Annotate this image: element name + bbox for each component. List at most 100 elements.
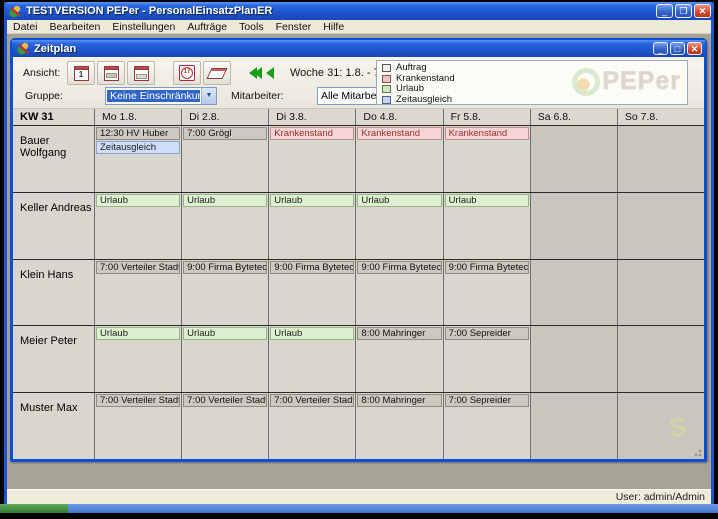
- day-cell[interactable]: [530, 259, 618, 326]
- schedule-entry-urlaub[interactable]: Urlaub: [357, 193, 442, 207]
- day-cell[interactable]: 12:30 HV Huber Zeitausgleich: [95, 126, 183, 192]
- schedule-entry-urlaub[interactable]: Urlaub: [96, 193, 181, 207]
- legend-checkbox-urlaub[interactable]: [382, 85, 391, 93]
- schedule-entry-auftrag[interactable]: 8:00 Mahringer: [357, 327, 442, 341]
- planning-sheet-button[interactable]: [203, 61, 231, 85]
- goto-date-button[interactable]: 17: [173, 61, 201, 85]
- schedule-entry-urlaub[interactable]: Urlaub: [183, 327, 268, 341]
- menu-item-tools[interactable]: Tools: [233, 21, 270, 33]
- menu-item-hilfe[interactable]: Hilfe: [317, 21, 350, 33]
- prev-week-button[interactable]: [264, 65, 276, 81]
- legend-checkbox-auftrag[interactable]: [382, 64, 391, 72]
- day-cell[interactable]: 9:00 Firma Bytetech: [443, 259, 531, 326]
- day-cell[interactable]: Urlaub: [269, 326, 357, 393]
- menu-item-auftr-ge[interactable]: Aufträge: [181, 21, 233, 33]
- day-cell[interactable]: 7:00 Verteiler Stadthalle: [269, 393, 357, 459]
- fast-prev-week-button[interactable]: [247, 65, 264, 81]
- day-cell[interactable]: Urlaub: [95, 192, 183, 259]
- day-cell[interactable]: [530, 326, 618, 393]
- day-cell[interactable]: 7:00 Verteiler Stadthalle: [182, 393, 270, 459]
- schedule-entry-urlaub[interactable]: Urlaub: [96, 327, 181, 341]
- day-cell[interactable]: 7:00 Sepreider: [443, 326, 531, 393]
- schedule-entry-zeitausgleich[interactable]: Zeitausgleich: [96, 141, 181, 154]
- view-week-button[interactable]: [97, 61, 125, 85]
- schedule-entry-urlaub[interactable]: Urlaub: [270, 327, 355, 341]
- schedule-entry-auftrag[interactable]: 7:00 Verteiler Stadthalle: [183, 394, 268, 408]
- ansicht-label: Ansicht:: [23, 67, 61, 79]
- schedule-entry-auftrag[interactable]: 12:30 HV Huber: [96, 127, 181, 140]
- legend-label: Auftrag: [396, 62, 427, 73]
- schedule-entry-auftrag[interactable]: 7:00 Sepreider: [444, 394, 529, 408]
- schedule-entry-auftrag[interactable]: 7:00 Verteiler Stadthalle: [270, 394, 355, 408]
- user-status-text: User: admin/Admin: [615, 491, 705, 503]
- day-cell[interactable]: Urlaub: [95, 326, 183, 393]
- kw-header-cell: KW 31: [13, 109, 95, 125]
- zeitplan-maximize-icon[interactable]: □: [670, 42, 685, 55]
- resize-grip[interactable]: [691, 446, 703, 458]
- day-cell[interactable]: [617, 192, 704, 259]
- mdi-area: Zeitplan _ □ ✕ Ansicht: 1 17 Woche 31: 1…: [7, 34, 711, 489]
- grid-body: Bauer Wolfgang 12:30 HV Huber Zeitausgleic…: [13, 126, 704, 459]
- day-cell[interactable]: Krankenstand: [269, 126, 357, 192]
- day-cell[interactable]: Urlaub: [443, 192, 531, 259]
- view-month-button[interactable]: [127, 61, 155, 85]
- day-cell[interactable]: 9:00 Firma Bytetech: [269, 259, 357, 326]
- close-icon[interactable]: ✕: [694, 4, 711, 18]
- schedule-entry-auftrag[interactable]: 7:00 Grögl: [183, 127, 268, 140]
- view-day-button[interactable]: 1: [67, 61, 95, 85]
- zeitplan-close-icon[interactable]: ✕: [687, 42, 702, 55]
- table-row: Bauer Wolfgang 12:30 HV Huber Zeitausgleic…: [13, 126, 704, 193]
- schedule-entry-urlaub[interactable]: Urlaub: [444, 193, 529, 207]
- schedule-entry-auftrag[interactable]: 9:00 Firma Bytetech: [183, 260, 268, 274]
- minimize-icon[interactable]: _: [656, 4, 673, 18]
- day-cell[interactable]: Krankenstand: [356, 126, 444, 192]
- gruppe-select[interactable]: Keine Einschränkung ▼: [105, 87, 217, 105]
- day-cell[interactable]: 9:00 Firma Bytetech: [356, 259, 444, 326]
- day-cell[interactable]: [530, 126, 618, 192]
- schedule-entry-auftrag[interactable]: 7:00 Verteiler Stadthalle: [96, 260, 181, 274]
- day-cell[interactable]: Urlaub: [356, 192, 444, 259]
- schedule-entry-krankenstand[interactable]: Krankenstand: [357, 127, 442, 140]
- restore-icon[interactable]: ❐: [675, 4, 692, 18]
- zeitplan-titlebar[interactable]: Zeitplan _ □ ✕: [12, 40, 705, 57]
- legend-checkbox-zeitausgleich[interactable]: [382, 95, 391, 104]
- schedule-entry-auftrag[interactable]: 9:00 Firma Bytetech: [357, 260, 442, 274]
- schedule-entry-auftrag[interactable]: 9:00 Firma Bytetech: [444, 260, 529, 274]
- day-cell[interactable]: 7:00 Verteiler Stadthalle: [95, 393, 183, 459]
- legend-panel: PEPer Auftrag Krankenstand Urlaub Zeitausgl…: [376, 60, 688, 105]
- day-cell[interactable]: [530, 192, 618, 259]
- chevron-down-icon[interactable]: ▼: [201, 88, 216, 104]
- day-cell[interactable]: Urlaub: [269, 192, 357, 259]
- schedule-entry-auftrag[interactable]: 9:00 Firma Bytetech: [270, 260, 355, 274]
- day-cell[interactable]: Urlaub: [182, 192, 270, 259]
- schedule-entry-krankenstand[interactable]: Krankenstand: [444, 127, 529, 140]
- menu-item-einstellungen[interactable]: Einstellungen: [106, 21, 181, 33]
- schedule-entry-krankenstand[interactable]: Krankenstand: [270, 127, 355, 140]
- day-cell[interactable]: 7:00 Sepreider: [443, 393, 531, 459]
- day-cell[interactable]: [617, 326, 704, 393]
- statusbar: User: admin/Admin: [7, 489, 711, 504]
- schedule-entry-urlaub[interactable]: Urlaub: [183, 193, 268, 207]
- schedule-entry-urlaub[interactable]: Urlaub: [270, 193, 355, 207]
- schedule-entry-auftrag[interactable]: 7:00 Sepreider: [444, 327, 529, 341]
- day-cell[interactable]: [617, 259, 704, 326]
- menu-item-fenster[interactable]: Fenster: [270, 21, 318, 33]
- day-cell[interactable]: 8:00 Mahringer: [356, 393, 444, 459]
- day-cell[interactable]: 7:00 Grögl: [182, 126, 270, 192]
- schedule-entry-auftrag[interactable]: 7:00 Verteiler Stadthalle: [96, 394, 181, 408]
- main-titlebar[interactable]: TESTVERSION PEPer - PersonalEinsatzPlanE…: [4, 2, 714, 20]
- start-button-fragment[interactable]: [0, 504, 68, 513]
- day-cell[interactable]: 7:00 Verteiler Stadthalle: [95, 259, 183, 326]
- menu-item-datei[interactable]: Datei: [7, 21, 44, 33]
- day-cell[interactable]: Urlaub: [182, 326, 270, 393]
- day-header-1: Di 2.8.: [182, 109, 270, 125]
- schedule-entry-auftrag[interactable]: 8:00 Mahringer: [357, 394, 442, 408]
- day-cell[interactable]: 9:00 Firma Bytetech: [182, 259, 270, 326]
- day-cell[interactable]: Krankenstand: [443, 126, 531, 192]
- day-cell[interactable]: [617, 126, 704, 192]
- day-cell[interactable]: 8:00 Mahringer: [356, 326, 444, 393]
- day-cell[interactable]: [530, 393, 618, 459]
- legend-checkbox-krankenstand[interactable]: [382, 74, 391, 83]
- zeitplan-minimize-icon[interactable]: _: [653, 42, 668, 55]
- menu-item-bearbeiten[interactable]: Bearbeiten: [44, 21, 107, 33]
